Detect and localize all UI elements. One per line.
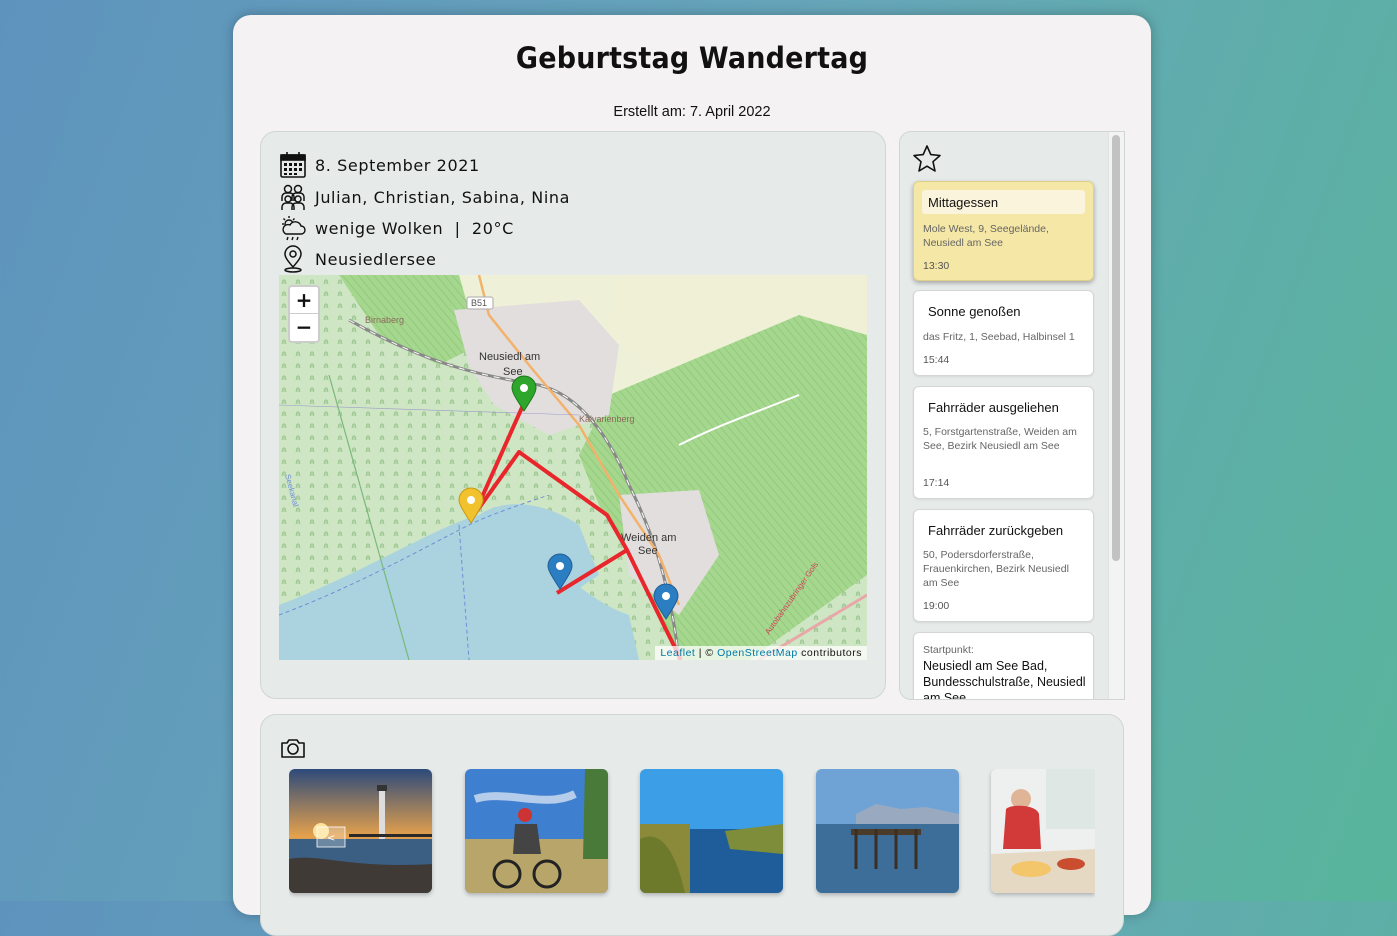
map-label-weiden-2: See	[638, 545, 658, 557]
date-row: 8. September 2021	[279, 151, 480, 179]
attribution-contributors: contributors	[797, 647, 862, 659]
participants: Julian, Christian, Sabina, Nina	[315, 187, 571, 207]
weather: wenige Wolken | 20°C	[315, 218, 514, 238]
scrollbar-thumb[interactable]	[1112, 135, 1120, 561]
stop-card[interactable]: Sonne genoßen das Fritz, 1, Seebad, Halb…	[913, 290, 1094, 376]
stop-name: Fahrräder zurückgeben	[928, 523, 1064, 538]
trip-info-panel: 8. September 2021 Julian, Christian, Sab…	[260, 131, 886, 699]
map-label-neusiedl-2: See	[503, 366, 523, 378]
stop-time: 15:44	[923, 354, 950, 366]
stop-card[interactable]: Fahrräder ausgeliehen 5, Forstgartenstra…	[913, 386, 1094, 499]
leaflet-link[interactable]: Leaflet	[660, 647, 695, 659]
stops-scrollbar[interactable]	[1108, 132, 1124, 699]
page-title: Geburtstag Wandertag	[515, 41, 869, 75]
cloud-sun-rain-icon	[279, 214, 307, 242]
stop-address: das Fritz, 1, Seebad, Halbinsel 1	[923, 331, 1075, 343]
photo-prev-overlay[interactable]: <	[327, 833, 335, 844]
stop-time: 19:00	[923, 600, 950, 612]
photo-cyclist[interactable]	[465, 769, 608, 893]
stop-address: 5, Forstgartenstraße, Weiden am See, Bez…	[923, 426, 1077, 452]
calendar-icon	[279, 151, 307, 179]
stop-name: Fahrräder ausgeliehen	[928, 400, 1059, 415]
zoom-control: + −	[288, 285, 320, 343]
stop-address: Mole West, 9, Seegelände, Neusiedl am Se…	[923, 223, 1049, 249]
stop-card[interactable]: Mittagessen Mole West, 9, Seegelände, Ne…	[913, 181, 1094, 281]
weather-row: wenige Wolken | 20°C	[279, 214, 514, 242]
group-icon	[279, 183, 307, 211]
map-label-birnaberg: Birnaberg	[365, 315, 404, 325]
photo-reeds-lake[interactable]	[640, 769, 783, 893]
start-card[interactable]: Startpunkt: Neusiedl am See Bad, Bundess…	[913, 632, 1094, 700]
location-pin-icon	[279, 245, 307, 273]
zoom-in-button[interactable]: +	[290, 287, 318, 313]
map-tiles: B51 Birnaberg Neusiedl am See Kalvarienb…	[279, 275, 867, 660]
route-map[interactable]: B51 Birnaberg Neusiedl am See Kalvarienb…	[279, 275, 867, 660]
map-label-neusiedl-1: Neusiedl am	[479, 351, 540, 363]
zoom-out-button[interactable]: −	[290, 313, 318, 340]
stop-address: 50, Podersdorferstraße, Frauenkirchen, B…	[923, 549, 1069, 589]
map-attribution: Leaflet | © OpenStreetMap contributors	[655, 646, 867, 660]
photos-panel: <	[260, 714, 1124, 936]
stop-card[interactable]: Fahrräder zurückgeben 50, Podersdorferst…	[913, 509, 1094, 622]
stop-name: Mittagessen	[928, 195, 999, 210]
photo-strip[interactable]: <	[289, 769, 1095, 899]
map-label-kalvarienberg: Kalvarienberg	[579, 414, 635, 424]
start-address: Neusiedl am See Bad, Bundesschulstraße, …	[923, 659, 1086, 700]
stops-panel[interactable]: Mittagessen Mole West, 9, Seegelände, Ne…	[899, 131, 1125, 700]
start-label: Startpunkt:	[923, 644, 974, 656]
photo-picnic[interactable]	[991, 769, 1095, 893]
photo-pier[interactable]	[816, 769, 959, 893]
participants-row: Julian, Christian, Sabina, Nina	[279, 183, 570, 211]
map-label-weiden-1: Weiden am	[621, 532, 676, 544]
camera-icon[interactable]	[279, 734, 307, 762]
trip-card: Geburtstag Wandertag Erstellt am: 7. Apr…	[233, 15, 1151, 936]
star-icon[interactable]	[912, 144, 942, 174]
location: Neusiedlersee	[315, 249, 437, 269]
map-label-b51: B51	[471, 298, 487, 308]
osm-link[interactable]: OpenStreetMap	[717, 647, 798, 659]
created-date: Erstellt am: 7. April 2022	[613, 104, 771, 120]
stop-time: 17:14	[923, 477, 950, 489]
stop-name: Sonne genoßen	[928, 304, 1021, 319]
location-row: Neusiedlersee	[279, 245, 436, 273]
stop-time: 13:30	[923, 260, 950, 272]
photo-lighthouse-sunset[interactable]: <	[289, 769, 432, 893]
attribution-separator: | ©	[695, 647, 718, 659]
trip-date: 8. September 2021	[315, 155, 480, 175]
